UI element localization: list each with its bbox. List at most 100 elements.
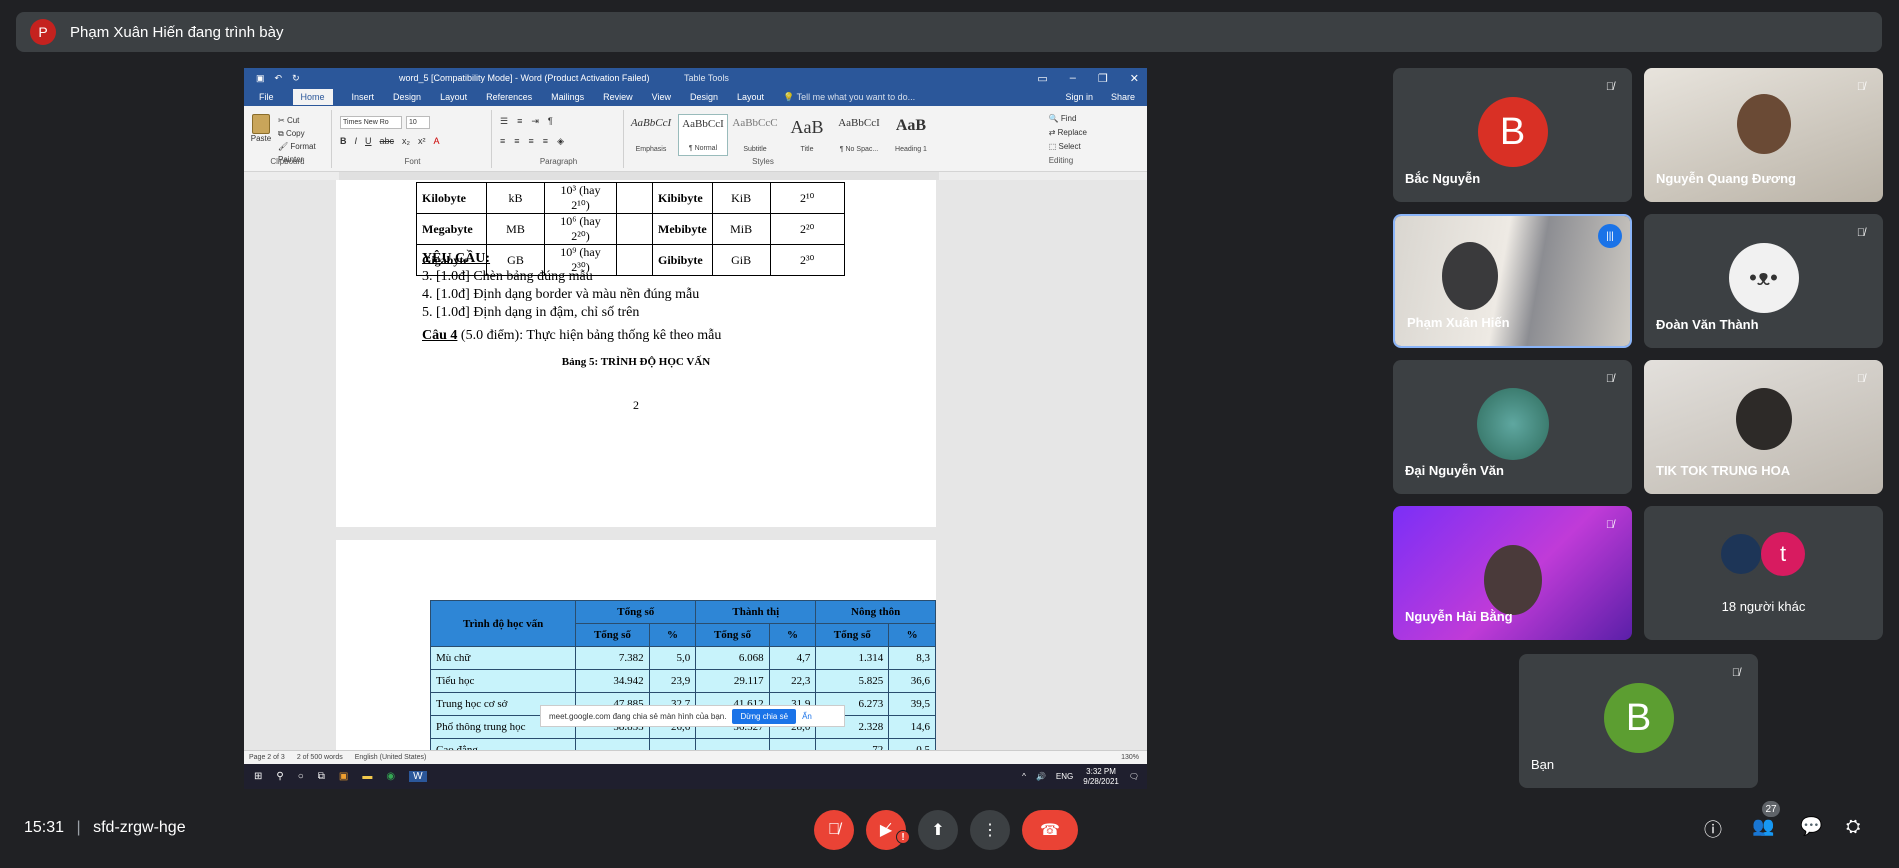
word-count[interactable]: 2 of 500 words bbox=[297, 754, 343, 761]
participant-tile[interactable]: B 🎙̸ Bắc Nguyễn bbox=[1393, 68, 1632, 202]
people-icon[interactable]: 👥 bbox=[1752, 816, 1774, 837]
numbering-icon[interactable]: ≡ bbox=[517, 116, 522, 127]
style-heading-1[interactable]: AaB Heading 1 bbox=[886, 114, 936, 156]
pilcrow-icon[interactable]: ¶ bbox=[548, 116, 553, 127]
restore-icon[interactable]: ❐ bbox=[1098, 72, 1108, 85]
notification-icon[interactable]: 🗨 bbox=[1129, 772, 1139, 781]
tab-home[interactable]: Home bbox=[292, 89, 333, 105]
windows-start-icon[interactable]: ⊞ bbox=[254, 771, 262, 782]
participant-name: Nguyễn Quang Đương bbox=[1656, 171, 1796, 186]
taskbar-clock[interactable]: 3:32 PM 9/28/2021 bbox=[1083, 767, 1119, 787]
style-subtitle[interactable]: AaBbCcC Subtitle bbox=[730, 114, 780, 156]
styles-group: AaBbCcI Emphasis AaBbCcI ¶ Normal AaBbCcC S… bbox=[626, 110, 927, 168]
table-row: Tiểu học 34.942 23,9 29.117 22,3 5.825 36,6 bbox=[429, 669, 936, 693]
tab-view[interactable]: View bbox=[652, 92, 671, 102]
zoom-level[interactable]: 130% bbox=[1121, 754, 1139, 761]
activities-icon[interactable]: ⛭ bbox=[1846, 816, 1860, 837]
ribbon-display-icon[interactable]: ▭ bbox=[1037, 72, 1047, 85]
file-explorer-icon[interactable]: ▬ bbox=[362, 771, 372, 782]
hide-notice-button[interactable]: Ẩn bbox=[802, 712, 812, 721]
stop-sharing-button[interactable]: Dừng chia sẻ bbox=[732, 708, 797, 724]
bold-button[interactable]: B bbox=[340, 136, 347, 146]
style-normal[interactable]: AaBbCcI ¶ Normal bbox=[678, 114, 728, 156]
redo-icon[interactable]: ↻ bbox=[292, 73, 300, 84]
app-icon[interactable]: ▣ bbox=[339, 771, 348, 782]
tray-arrow-icon[interactable]: ^ bbox=[1022, 772, 1026, 781]
italic-button[interactable]: I bbox=[355, 136, 358, 146]
table-cell: 10⁶ (hay 2²⁰) bbox=[544, 213, 617, 245]
participant-tile[interactable]: 🎙̸ Đại Nguyễn Văn bbox=[1393, 360, 1632, 494]
font-size-box[interactable]: 10 bbox=[406, 116, 430, 129]
mic-toggle-button[interactable]: 🎙̸ bbox=[814, 810, 854, 850]
tab-design[interactable]: Design bbox=[393, 92, 421, 102]
align-left-icon[interactable]: ≡ bbox=[500, 136, 505, 147]
copy-button[interactable]: ⧉ Copy bbox=[278, 127, 331, 140]
participant-tile[interactable]: 🎙̸ Nguyễn Hải Bằng bbox=[1393, 506, 1632, 640]
self-tile[interactable]: B 🎙̸ Bạn bbox=[1519, 654, 1758, 788]
tab-review[interactable]: Review bbox=[603, 92, 633, 102]
header-cell: % bbox=[768, 623, 817, 647]
meeting-details-icon[interactable]: ⓘ bbox=[1704, 816, 1722, 842]
select-button[interactable]: ⬚ Select bbox=[1049, 140, 1087, 154]
underline-button[interactable]: U bbox=[365, 136, 372, 146]
sign-in-link[interactable]: Sign in bbox=[1065, 92, 1093, 102]
participant-tile[interactable]: 🎙̸ TIK TOK TRUNG HOA bbox=[1644, 360, 1883, 494]
style-no-spacing[interactable]: AaBbCcI ¶ No Spac... bbox=[834, 114, 884, 156]
tab-references[interactable]: References bbox=[486, 92, 532, 102]
justify-icon[interactable]: ≡ bbox=[543, 136, 548, 147]
save-icon[interactable]: ▣ bbox=[256, 73, 265, 84]
more-options-button[interactable]: ⋮ bbox=[970, 810, 1010, 850]
minimize-icon[interactable]: – bbox=[1070, 72, 1076, 85]
font-name-box[interactable]: Times New Ro bbox=[340, 116, 402, 129]
cortana-icon[interactable]: ○ bbox=[298, 771, 304, 782]
participant-tile-speaking[interactable]: ||| Phạm Xuân Hiến bbox=[1393, 214, 1632, 348]
tab-mailings[interactable]: Mailings bbox=[551, 92, 584, 102]
tell-me-box[interactable]: 💡 Tell me what you want to do... bbox=[783, 92, 915, 103]
language-indicator[interactable]: English (United States) bbox=[355, 754, 427, 761]
undo-icon[interactable]: ↶ bbox=[275, 73, 283, 84]
present-screen-button[interactable]: ⬆ bbox=[918, 810, 958, 850]
replace-button[interactable]: ⇄ Replace bbox=[1049, 126, 1087, 140]
align-center-icon[interactable]: ≡ bbox=[514, 136, 519, 147]
search-icon[interactable]: ⚲ bbox=[276, 771, 283, 782]
chat-icon[interactable]: 💬 bbox=[1800, 816, 1822, 837]
tab-layout[interactable]: Layout bbox=[440, 92, 467, 102]
strikethrough-button[interactable]: abc bbox=[380, 136, 395, 146]
paste-button[interactable]: Paste bbox=[250, 114, 272, 148]
bullets-icon[interactable]: ☰ bbox=[500, 116, 508, 127]
style-emphasis[interactable]: AaBbCcI Emphasis bbox=[626, 114, 676, 156]
style-title[interactable]: AaB Title bbox=[782, 114, 832, 156]
indent-icon[interactable]: ⇥ bbox=[531, 116, 539, 127]
volume-icon[interactable]: 🔊 bbox=[1036, 772, 1046, 781]
tab-file[interactable]: File bbox=[259, 92, 274, 102]
participant-tile[interactable]: 🎙̸ Nguyễn Quang Đương bbox=[1644, 68, 1883, 202]
find-button[interactable]: 🔍 Find bbox=[1049, 112, 1087, 126]
input-language[interactable]: ENG bbox=[1056, 772, 1073, 781]
font-color-icon[interactable]: A bbox=[434, 136, 440, 146]
tab-table-layout[interactable]: Layout bbox=[737, 92, 764, 102]
header-cell: Tổng số bbox=[815, 623, 890, 647]
close-icon[interactable]: ✕ bbox=[1130, 72, 1139, 85]
subscript-button[interactable]: x₂ bbox=[402, 136, 410, 146]
word-app-icon[interactable]: W bbox=[409, 771, 427, 782]
superscript-button[interactable]: x² bbox=[418, 136, 426, 146]
leave-call-button[interactable]: ☎ bbox=[1022, 810, 1078, 850]
face-silhouette bbox=[1442, 241, 1499, 310]
shading-icon[interactable]: ◈ bbox=[557, 136, 564, 147]
align-right-icon[interactable]: ≡ bbox=[529, 136, 534, 147]
document-canvas[interactable]: Kilobyte kB 10³ (hay 2¹⁰) Kibibyte KiB 2¹⁰ Meg… bbox=[244, 180, 1147, 765]
cut-button[interactable]: ✂ Cut bbox=[278, 114, 331, 127]
participant-tile[interactable]: •ᴥ• 🎙̸ Đoàn Văn Thành bbox=[1644, 214, 1883, 348]
editing-group: 🔍 Find ⇄ Replace ⬚ Select Editing bbox=[1049, 112, 1087, 168]
question-4: Câu 4 (5.0 điểm): Thực hiện bảng thống k… bbox=[422, 328, 721, 344]
table-cell: 29.117 bbox=[695, 669, 770, 693]
chrome-icon[interactable]: ◉ bbox=[386, 771, 395, 782]
tab-table-design[interactable]: Design bbox=[690, 92, 718, 102]
task-view-icon[interactable]: ⧉ bbox=[318, 771, 325, 782]
share-button[interactable]: Share bbox=[1111, 92, 1135, 102]
participant-name: Đoàn Văn Thành bbox=[1656, 317, 1759, 332]
others-tile[interactable]: t 18 người khác bbox=[1644, 506, 1883, 640]
page-indicator[interactable]: Page 2 of 3 bbox=[249, 754, 285, 761]
participant-avatar-image bbox=[1476, 388, 1549, 461]
tab-insert[interactable]: Insert bbox=[352, 92, 375, 102]
